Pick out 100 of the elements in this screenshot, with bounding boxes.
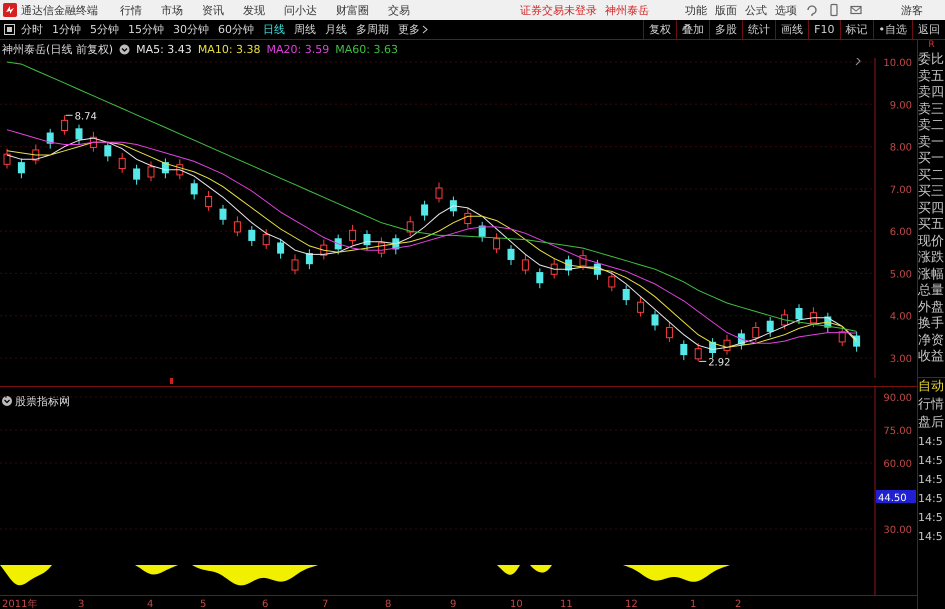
candlestick <box>752 322 760 342</box>
candlestick <box>652 310 658 332</box>
window-icon[interactable] <box>4 24 15 35</box>
collapse-icon[interactable] <box>2 396 12 406</box>
candlestick <box>18 158 25 179</box>
top-action[interactable]: 选项 <box>775 2 797 18</box>
candlestick <box>478 221 486 242</box>
candlestick <box>853 331 860 352</box>
candlestick <box>378 236 385 258</box>
period-tab[interactable]: 分时 <box>21 22 43 37</box>
app-logo-icon <box>3 3 17 17</box>
trade-time: 14:5 <box>918 472 944 488</box>
stock-link[interactable]: 神州泰岳 <box>605 2 649 18</box>
user-label[interactable]: 游客 <box>901 2 923 18</box>
candlestick <box>133 164 140 186</box>
price-tick-label: 6.00 <box>890 227 912 238</box>
quote-field-label: 卖二 <box>918 118 945 134</box>
candlestick <box>436 182 442 203</box>
date-axis-label: 6 <box>262 599 268 609</box>
menu-item[interactable]: 交易 <box>388 2 410 18</box>
period-tab[interactable]: 月线 <box>325 22 347 37</box>
price-tick-label: 7.00 <box>890 184 912 196</box>
menu-item[interactable]: 行情 <box>120 2 142 18</box>
period-tab[interactable]: 周线 <box>294 22 316 37</box>
dropdown-icon[interactable] <box>119 44 130 54</box>
signal-marker-icon <box>170 378 173 384</box>
price-tick-label: 4.00 <box>890 312 912 323</box>
candlestick <box>4 148 10 170</box>
candlestick <box>450 196 457 217</box>
candlestick <box>220 204 226 226</box>
quote-field-label: 净资 <box>918 332 945 349</box>
panel-tab[interactable]: 自动 <box>918 378 945 396</box>
date-axis-label: 12 <box>625 599 638 609</box>
period-tab[interactable]: 多周期 <box>356 22 389 37</box>
period-tab[interactable]: 日线 <box>263 22 285 37</box>
leader-line <box>65 114 74 116</box>
trade-time: 14:5 <box>918 453 944 469</box>
panel-tab[interactable]: 盘后 <box>918 414 945 432</box>
corner-label: R <box>927 40 936 52</box>
candlestick <box>738 329 745 350</box>
login-notice[interactable]: 证券交易未登录 <box>520 2 597 18</box>
quote-field-label: 买一 <box>918 151 945 168</box>
candlestick <box>766 316 774 338</box>
candlestick <box>176 158 184 180</box>
indicator-tick-label: 30.00 <box>883 525 912 536</box>
candlestick <box>104 141 112 162</box>
candlestick <box>781 308 788 330</box>
candlestick <box>32 144 40 165</box>
date-axis-label: 9 <box>450 599 456 609</box>
period-tab[interactable]: 60分钟 <box>218 22 254 37</box>
quote-field-label: 现价 <box>918 234 945 250</box>
candlestick <box>61 114 68 136</box>
top-action[interactable]: 版面 <box>715 2 737 18</box>
chevron-icon[interactable] <box>856 58 861 66</box>
date-axis-label: 1 <box>690 599 696 609</box>
mail-icon[interactable] <box>849 3 863 17</box>
top-action[interactable]: 功能 <box>685 2 707 18</box>
candlestick <box>76 124 82 145</box>
trade-time: 14:5 <box>918 510 944 526</box>
candlestick <box>364 230 370 251</box>
legend-label: MA10: 3.38 <box>198 42 261 56</box>
chevron-icon <box>422 25 428 34</box>
top-action[interactable]: 公式 <box>745 2 767 18</box>
quote-field-label: 卖一 <box>918 134 945 151</box>
candlestick <box>824 312 832 334</box>
date-axis-label: 2011年 <box>2 599 38 609</box>
candlestick <box>838 326 846 347</box>
candlestick <box>46 128 54 150</box>
trade-time: 14:5 <box>918 434 944 450</box>
candlestick <box>666 322 673 342</box>
period-tab[interactable]: 15分钟 <box>128 22 164 37</box>
menu-item[interactable]: 发现 <box>243 2 265 18</box>
chart-title: 神州泰岳(日线 前复权) <box>2 42 114 56</box>
candlestick <box>550 258 558 279</box>
date-axis-label: 5 <box>200 599 206 609</box>
candlestick <box>709 338 716 358</box>
period-tab[interactable]: 30分钟 <box>173 22 209 37</box>
panel-tab[interactable]: 行情 <box>918 396 945 414</box>
date-axis-label: 10 <box>510 599 523 609</box>
legend-label: MA20: 3.59 <box>266 42 330 56</box>
period-tab[interactable]: 1分钟 <box>52 22 81 37</box>
trade-time: 14:5 <box>918 491 944 507</box>
candlestick <box>694 342 702 362</box>
candlestick <box>508 244 514 266</box>
refresh-icon[interactable] <box>805 3 819 17</box>
price-tick-label: 10.00 <box>883 58 912 69</box>
period-tab[interactable]: 5分钟 <box>90 22 119 37</box>
menu-item[interactable]: 问小达 <box>284 2 317 18</box>
trade-time: 14:5 <box>918 529 944 545</box>
more-menu[interactable]: 更多 <box>398 22 428 37</box>
candlestick <box>349 224 356 246</box>
candlestick <box>320 239 328 260</box>
app-title: 通达信金融终端 <box>21 2 98 18</box>
menu-item[interactable]: 资讯 <box>202 2 224 18</box>
menu-item[interactable]: 市场 <box>161 2 183 18</box>
candlestick <box>464 207 472 228</box>
candlestick <box>680 340 688 361</box>
candlestick <box>262 228 270 250</box>
menu-item[interactable]: 财富圈 <box>336 2 369 18</box>
candlestick <box>205 190 212 212</box>
